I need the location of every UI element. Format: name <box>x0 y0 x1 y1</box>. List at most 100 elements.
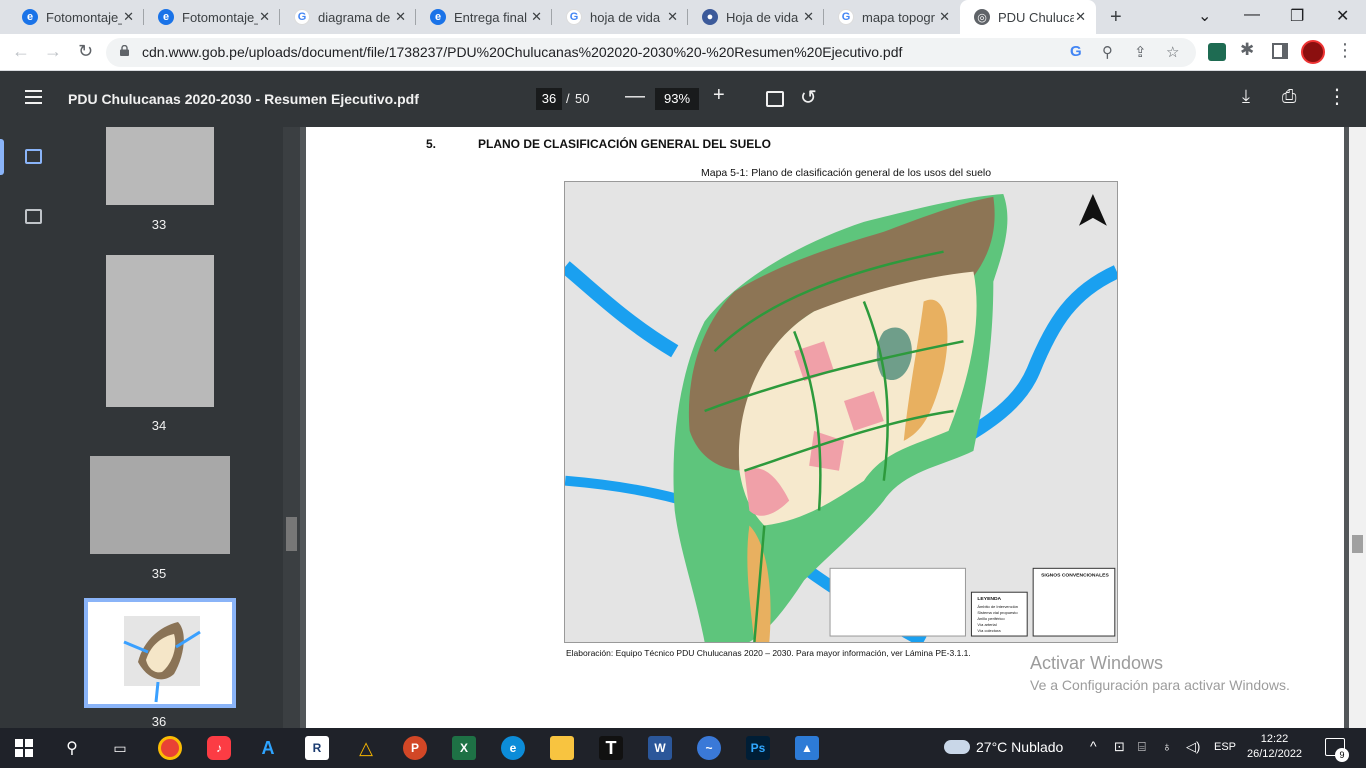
zoom-icon[interactable]: ⚲ <box>1102 43 1113 61</box>
tab-title: mapa topogr <box>862 9 935 25</box>
new-tab-icon[interactable]: + <box>1110 6 1122 29</box>
browser-tab[interactable]: G diagrama de ✕ <box>280 0 416 34</box>
browser-tab-active[interactable]: ◎ PDU Chuluca ✕ <box>960 0 1096 34</box>
address-bar[interactable]: cdn.www.gob.pe/uploads/document/file/173… <box>106 38 1196 67</box>
close-tab-icon[interactable]: ✕ <box>395 9 406 25</box>
page-thumbnail-35[interactable] <box>90 456 230 554</box>
photos-icon[interactable]: ▲ <box>795 736 819 760</box>
legend-item: Vía arterial <box>977 622 996 627</box>
browser-tab[interactable]: G hoja de vida ✕ <box>552 0 688 34</box>
excel-icon[interactable]: X <box>452 736 476 760</box>
close-tab-icon[interactable]: ✕ <box>1075 9 1086 25</box>
search-icon[interactable]: ⚲ <box>60 736 84 760</box>
close-tab-icon[interactable]: ✕ <box>803 9 814 25</box>
browser-tab[interactable]: G mapa topogr ✕ <box>824 0 960 34</box>
browser-app-icon[interactable]: ~ <box>697 736 721 760</box>
reload-icon[interactable]: ↻ <box>78 41 93 62</box>
typora-icon[interactable]: T <box>599 736 623 760</box>
powerpoint-icon[interactable]: P <box>403 736 427 760</box>
download-icon[interactable]: ⤓ <box>1242 86 1250 107</box>
clock-date: 26/12/2022 <box>1247 748 1303 760</box>
chrome-taskbar-icon[interactable] <box>158 736 182 760</box>
edge-icon[interactable]: e <box>501 736 525 760</box>
clock[interactable]: 12:22 26/12/2022 <box>1247 732 1302 762</box>
close-window-icon[interactable]: ✕ <box>1336 6 1349 26</box>
mic-icon[interactable]: ♁ <box>1162 739 1172 754</box>
photoshop-icon[interactable]: Ps <box>746 736 770 760</box>
viewer-scrollbar[interactable] <box>1349 127 1366 728</box>
viewer-scroll-thumb[interactable] <box>1352 535 1363 553</box>
browser-toolbar: ← → ↻ cdn.www.gob.pe/uploads/document/fi… <box>0 34 1366 71</box>
extension-icon[interactable] <box>1208 43 1226 61</box>
thumbnail-sidebar: 33 34 35 36 <box>0 127 300 728</box>
puzzle-extensions-icon[interactable]: ✱ <box>1240 40 1254 60</box>
tab-title: Fotomontaje_ <box>46 9 122 25</box>
tab-search-icon[interactable]: ⌄ <box>1198 6 1211 26</box>
autodesk-icon[interactable]: A <box>256 736 280 760</box>
page-number-input[interactable]: 36 <box>536 88 562 110</box>
close-tab-icon[interactable]: ✕ <box>939 9 950 25</box>
chrome-menu-icon[interactable]: ⋮ <box>1336 40 1354 61</box>
browser-tab[interactable]: e Fotomontaje_ ✕ <box>144 0 280 34</box>
side-panel-icon[interactable] <box>1272 43 1288 59</box>
browser-tab[interactable]: ● Hoja de vida ✕ <box>688 0 824 34</box>
zoom-level-input[interactable]: 93% <box>655 88 699 110</box>
google-icon: G <box>294 9 310 25</box>
page-thumbnail-33[interactable] <box>106 127 214 205</box>
legend-title: LEYENDA <box>977 596 1001 602</box>
google-icon: G <box>838 9 854 25</box>
bookmark-star-icon[interactable]: ☆ <box>1166 43 1179 61</box>
music-app-icon[interactable]: ♪ <box>207 736 231 760</box>
thumbnails-icon[interactable] <box>25 149 42 164</box>
drive-icon[interactable]: △ <box>354 736 378 760</box>
zoom-out-icon[interactable]: — <box>625 85 645 108</box>
thumbnail-label: 33 <box>151 217 167 232</box>
chrome-icon: e <box>158 9 174 25</box>
document-title: PDU Chulucanas 2020-2030 - Resumen Ejecu… <box>68 91 419 107</box>
close-tab-icon[interactable]: ✕ <box>123 9 134 25</box>
page-thumbnail-34[interactable] <box>106 255 214 407</box>
show-hidden-icons-icon[interactable]: ^ <box>1090 738 1097 754</box>
browser-tab[interactable]: e Fotomontaje_ ✕ <box>8 0 144 34</box>
activation-watermark-title: Activar Windows <box>1030 653 1164 673</box>
forward-icon[interactable]: → <box>44 41 62 62</box>
outline-icon[interactable] <box>25 209 42 224</box>
tab-title: Entrega final <box>454 9 527 25</box>
thumbnail-label: 35 <box>151 566 167 581</box>
conventional-signs-title: SIGNOS CONVENCIONALES <box>1041 572 1109 578</box>
word-icon[interactable]: W <box>648 736 672 760</box>
page-thumbnail-36-selected[interactable] <box>84 598 236 708</box>
page-separator: / <box>566 91 570 106</box>
thumbnail-map-preview <box>88 602 232 704</box>
sidebar-scroll-thumb[interactable] <box>286 517 297 551</box>
share-icon[interactable]: ⇪ <box>1134 43 1147 61</box>
close-tab-icon[interactable]: ✕ <box>259 9 270 25</box>
print-icon[interactable]: ⎙ <box>1282 86 1296 107</box>
browser-tab[interactable]: e Entrega final ✕ <box>416 0 552 34</box>
fit-page-icon[interactable] <box>766 91 784 107</box>
back-icon[interactable]: ← <box>12 41 30 62</box>
task-view-icon[interactable]: ▭ <box>108 736 132 760</box>
sidebar-scrollbar[interactable] <box>283 127 300 728</box>
meet-icon[interactable]: ⊡ <box>1114 739 1125 755</box>
weather-text[interactable]: 27°C Nublado <box>976 739 1063 755</box>
windows-start-icon[interactable] <box>12 736 36 760</box>
restore-icon[interactable]: ❐ <box>1290 6 1304 26</box>
close-tab-icon[interactable]: ✕ <box>531 9 542 25</box>
more-actions-icon[interactable]: ⋮ <box>1327 84 1347 109</box>
input-language[interactable]: ESP <box>1214 741 1236 753</box>
network-icon[interactable]: ⌸ <box>1138 739 1146 755</box>
zoom-in-icon[interactable]: + <box>713 84 725 107</box>
close-tab-icon[interactable]: ✕ <box>667 9 678 25</box>
file-explorer-icon[interactable] <box>550 736 574 760</box>
legend-item: Anillo periférico <box>977 616 1005 621</box>
minimize-icon[interactable]: — <box>1244 6 1260 24</box>
menu-icon[interactable] <box>25 90 42 104</box>
profile-avatar[interactable] <box>1301 40 1325 64</box>
rotate-icon[interactable]: ↺ <box>800 85 817 110</box>
url-text: cdn.www.gob.pe/uploads/document/file/173… <box>142 44 903 60</box>
google-lens-icon[interactable]: G <box>1070 43 1082 60</box>
chrome-icon: e <box>22 9 38 25</box>
volume-icon[interactable]: ◁) <box>1186 739 1200 755</box>
revit-icon[interactable]: R <box>305 736 329 760</box>
